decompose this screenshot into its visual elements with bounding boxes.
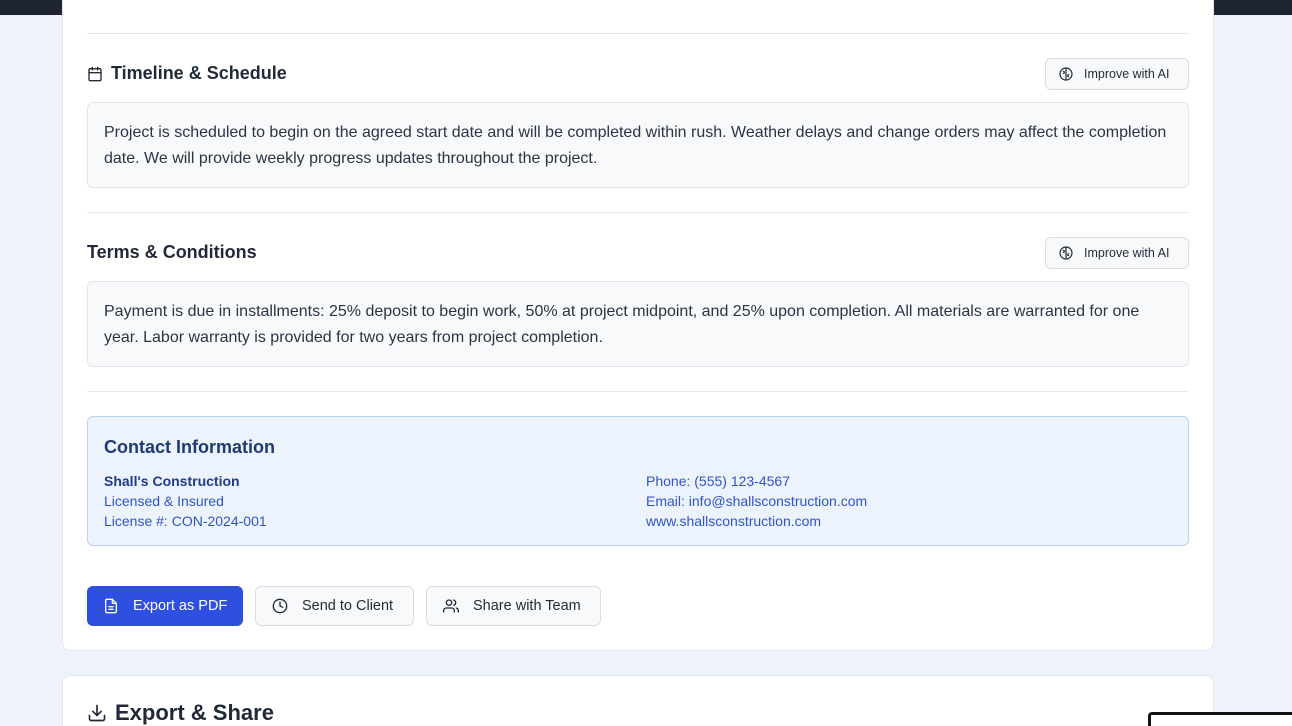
export-share-heading: Export & Share <box>87 700 274 726</box>
export-pdf-button[interactable]: Export as PDF <box>87 586 243 626</box>
timeline-improve-ai-button[interactable]: Improve with AI <box>1045 58 1189 90</box>
contact-company-column: Shall's Construction Licensed & Insured … <box>104 471 267 531</box>
company-name: Shall's Construction <box>104 473 240 489</box>
terms-section-title: Terms & Conditions <box>87 242 257 263</box>
email-text: Email: info@shallsconstruction.com <box>646 493 868 509</box>
brain-icon <box>1058 245 1074 261</box>
share-with-team-button[interactable]: Share with Team <box>426 586 601 626</box>
divider <box>87 391 1189 392</box>
divider <box>87 33 1189 34</box>
export-share-title: Export & Share <box>115 700 274 725</box>
timeline-improve-ai-label: Improve with AI <box>1084 67 1170 81</box>
timeline-text-box[interactable]: Project is scheduled to begin on the agr… <box>87 102 1189 188</box>
export-share-card: Export & Share <box>62 675 1214 726</box>
download-icon <box>87 703 107 723</box>
estimate-card: Timeline & Schedule Improve with AI Proj… <box>62 0 1214 651</box>
send-to-client-button[interactable]: Send to Client <box>255 586 414 626</box>
share-with-team-label: Share with Team <box>473 598 581 614</box>
terms-text-box[interactable]: Payment is due in installments: 25% depo… <box>87 281 1189 367</box>
terms-improve-ai-button[interactable]: Improve with AI <box>1045 237 1189 269</box>
export-pdf-label: Export as PDF <box>133 598 228 614</box>
divider <box>87 212 1189 213</box>
file-text-icon <box>103 598 119 614</box>
brain-icon <box>1058 66 1074 82</box>
terms-improve-ai-label: Improve with AI <box>1084 246 1170 260</box>
license-number: License #: CON-2024-001 <box>104 513 267 529</box>
contact-information-panel: Contact Information Shall's Construction… <box>87 416 1189 546</box>
clock-icon <box>272 598 288 614</box>
calendar-icon <box>87 66 103 82</box>
website-text: www.shallsconstruction.com <box>646 513 822 529</box>
users-icon <box>443 598 459 614</box>
send-to-client-label: Send to Client <box>302 598 394 614</box>
contact-details-column: Phone: (555) 123-4567 Email: info@shalls… <box>646 471 867 531</box>
timeline-title: Timeline & Schedule <box>111 63 287 83</box>
terms-title: Terms & Conditions <box>87 242 257 262</box>
timeline-section-title: Timeline & Schedule <box>87 63 287 84</box>
contact-title: Contact Information <box>104 437 275 457</box>
preview-thumbnail[interactable] <box>1148 712 1292 726</box>
phone-text: Phone: (555) 123-4567 <box>646 473 790 489</box>
licensed-text: Licensed & Insured <box>104 493 224 509</box>
